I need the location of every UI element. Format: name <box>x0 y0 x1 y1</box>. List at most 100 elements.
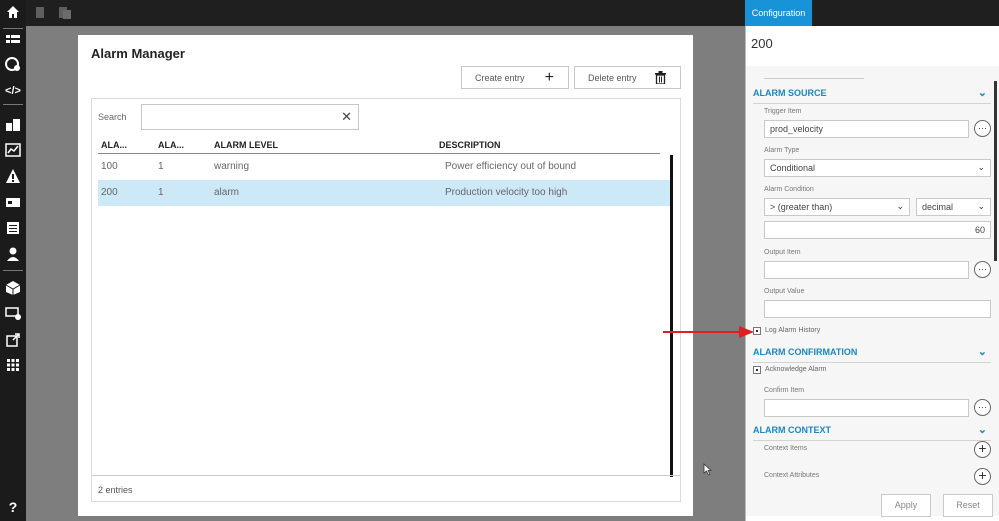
globe-settings-icon[interactable] <box>4 56 22 74</box>
alarm-type-select[interactable]: Conditional ⌄ <box>764 159 991 177</box>
add-context-attribute-icon[interactable]: + <box>974 468 991 485</box>
output-item-input[interactable] <box>764 261 969 279</box>
search-input[interactable]: ✕ <box>141 104 359 130</box>
condition-type-value: decimal <box>922 202 954 212</box>
context-items-label: Context Items <box>764 445 808 452</box>
acknowledge-alarm-checkbox[interactable] <box>753 366 761 374</box>
tab-configuration[interactable]: Configuration <box>745 0 812 26</box>
output-value-label: Output Value <box>764 288 805 295</box>
search-label: Search <box>98 112 127 122</box>
create-entry-button[interactable]: Create entry + <box>461 66 569 89</box>
panel-scrollbar[interactable] <box>994 81 997 261</box>
confirm-item-input[interactable] <box>764 399 969 417</box>
sidebar-divider <box>3 270 23 271</box>
alarm-type-value: Conditional <box>770 163 816 173</box>
condition-operator-select[interactable]: > (greater than) ⌄ <box>764 198 910 216</box>
more-options-icon[interactable]: ··· <box>974 261 991 278</box>
cell-id: 100 <box>101 161 118 172</box>
alarm-confirmation-title: ALARM CONFIRMATION <box>753 347 858 357</box>
chevron-down-icon: ⌄ <box>896 201 904 211</box>
copy-icon[interactable] <box>34 6 46 20</box>
column-header-id[interactable]: ALA... <box>101 140 127 150</box>
cell-description: Power efficiency out of bound <box>445 161 577 172</box>
alarm-id-heading: 200 <box>751 36 773 51</box>
paste-icon[interactable] <box>58 6 71 20</box>
cell-priority: 1 <box>158 187 164 198</box>
chevron-down-icon: ⌄ <box>977 87 987 99</box>
clear-search-icon[interactable]: ✕ <box>341 109 352 125</box>
trigger-item-value: prod_velocity <box>770 124 824 134</box>
more-options-icon[interactable]: ··· <box>974 399 991 416</box>
alarm-condition-label: Alarm Condition <box>764 186 814 193</box>
apps-grid-icon[interactable] <box>4 357 22 375</box>
column-header-description[interactable]: DESCRIPTION <box>439 140 501 150</box>
column-header-alarm-level[interactable]: ALARM LEVEL <box>214 140 278 150</box>
table-row[interactable]: 100 1 warning Power efficiency out of bo… <box>98 154 671 180</box>
trash-icon <box>655 71 666 89</box>
top-bar <box>0 0 999 26</box>
plus-icon: + <box>544 69 554 86</box>
export-icon[interactable] <box>4 331 22 349</box>
alarm-source-title: ALARM SOURCE <box>753 88 827 98</box>
alarm-context-title: ALARM CONTEXT <box>753 425 831 435</box>
alarm-manager-card: Alarm Manager Create entry + Delete entr… <box>78 35 713 516</box>
apply-button[interactable]: Apply <box>881 494 931 517</box>
table-row-selected[interactable]: 200 1 alarm Production velocity too high <box>98 180 671 206</box>
condition-type-select[interactable]: decimal ⌄ <box>916 198 991 216</box>
acknowledge-alarm-label: Acknowledge Alarm <box>765 366 827 373</box>
table-footer-divider <box>92 475 680 476</box>
context-attributes-label: Context Attributes <box>764 472 820 479</box>
alarm-table: Search ✕ ALA... ALA... ALARM LEVEL DESCR… <box>91 98 681 502</box>
cell-level: alarm <box>214 187 240 198</box>
document-icon[interactable] <box>4 220 22 238</box>
reset-button[interactable]: Reset <box>943 494 993 517</box>
cell-id: 200 <box>101 187 118 198</box>
dashboard-icon[interactable] <box>4 116 22 134</box>
condition-value-input[interactable]: 60 <box>764 221 991 239</box>
chevron-down-icon: ⌄ <box>977 201 985 211</box>
trigger-item-input[interactable]: prod_velocity <box>764 120 969 138</box>
scrolled-field-edge <box>764 78 864 79</box>
alarm-context-header[interactable]: ALARM CONTEXT ⌄ <box>753 424 991 441</box>
user-icon[interactable] <box>4 246 22 264</box>
chevron-down-icon: ⌄ <box>977 424 987 436</box>
monitor-settings-icon[interactable] <box>4 305 22 323</box>
column-header-priority[interactable]: ALA... <box>158 140 184 150</box>
panel-scroll-area: ALARM SOURCE ⌄ Trigger Item prod_velocit… <box>746 66 999 516</box>
alarm-confirmation-header[interactable]: ALARM CONFIRMATION ⌄ <box>753 346 991 363</box>
condition-operator-value: > (greater than) <box>770 202 833 212</box>
alarm-source-header[interactable]: ALARM SOURCE ⌄ <box>753 87 991 104</box>
output-value-input[interactable] <box>764 300 991 318</box>
sidebar-divider <box>3 104 23 105</box>
output-item-label: Output Item <box>764 249 801 256</box>
create-entry-label: Create entry <box>475 73 525 83</box>
cube-icon[interactable] <box>4 280 22 298</box>
alarm-type-label: Alarm Type <box>764 147 800 154</box>
confirm-item-label: Confirm Item <box>764 387 805 394</box>
cell-description: Production velocity too high <box>445 187 568 198</box>
cell-level: warning <box>214 161 250 172</box>
chevron-down-icon: ⌄ <box>977 162 985 172</box>
help-icon[interactable]: ? <box>4 498 22 516</box>
delete-entry-button[interactable]: Delete entry <box>574 66 681 89</box>
chart-icon[interactable] <box>4 142 22 160</box>
add-context-item-icon[interactable]: + <box>974 441 991 458</box>
entry-count: 2 entries <box>98 485 133 495</box>
more-options-icon[interactable]: ··· <box>974 120 991 137</box>
condition-value: 60 <box>974 225 985 235</box>
log-alarm-history-label: Log Alarm History <box>765 327 821 334</box>
code-icon[interactable]: </> <box>4 82 22 100</box>
list-icon[interactable] <box>4 31 22 49</box>
cell-priority: 1 <box>158 161 164 172</box>
card-icon[interactable] <box>4 194 22 212</box>
table-scrollbar[interactable] <box>670 155 673 477</box>
trigger-item-label: Trigger Item <box>764 108 802 115</box>
delete-entry-label: Delete entry <box>588 73 637 83</box>
home-icon[interactable] <box>4 4 22 22</box>
annotation-arrow <box>663 325 755 343</box>
alarm-warning-icon[interactable] <box>4 168 22 186</box>
mouse-cursor-icon <box>703 463 713 479</box>
chevron-down-icon: ⌄ <box>977 346 987 358</box>
page-title: Alarm Manager <box>91 46 185 61</box>
configuration-panel: 200 ALARM SOURCE ⌄ Trigger Item prod_vel… <box>745 26 999 521</box>
